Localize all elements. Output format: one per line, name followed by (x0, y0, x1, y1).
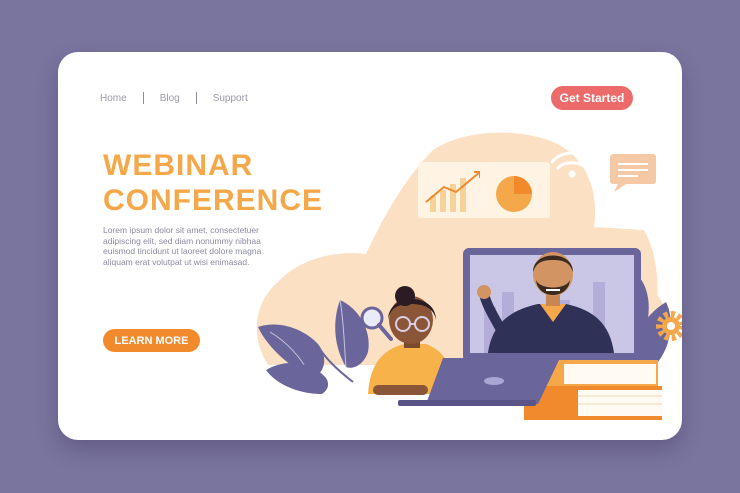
learn-more-button[interactable]: LEARN MORE (103, 329, 200, 352)
chat-bubble-icon (610, 154, 656, 192)
nav-link-support[interactable]: Support (213, 93, 248, 104)
webinar-illustration (256, 132, 682, 420)
nav-divider (142, 92, 144, 104)
pie-chart-icon (480, 162, 550, 218)
get-started-button[interactable]: Get Started (551, 86, 633, 110)
nav-link-home[interactable]: Home (100, 93, 127, 104)
top-nav: Home Blog Support (100, 92, 248, 104)
growth-chart-card (418, 162, 488, 218)
nav-divider (195, 92, 197, 104)
nav-link-blog[interactable]: Blog (160, 93, 180, 104)
landing-card: Home Blog Support Get Started WEBINAR CO… (58, 52, 682, 440)
